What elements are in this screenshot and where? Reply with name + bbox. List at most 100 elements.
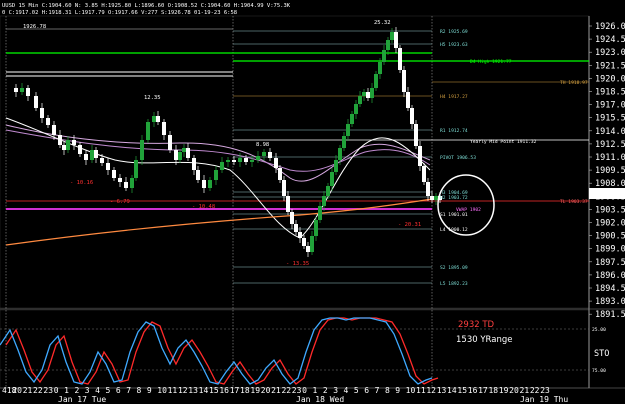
candle-bull [238, 158, 242, 162]
time-tick: 23 [292, 386, 302, 395]
time-axis[interactable]: 41820 21 22 23 0 1 2 3 4 5 6 7 8 9 10 11 12 13 14 15 16 17 18 1… [2, 386, 550, 395]
chart-annotations: 1926.78 25.32 12.35 8.98 - 10.16 - 6.79 … [23, 20, 588, 287]
candle-bear [430, 196, 434, 200]
candle-bear [106, 163, 110, 170]
candle-bear [52, 125, 56, 135]
time-tick: 2 [323, 386, 328, 395]
price-tick: 1915.50 [595, 114, 625, 124]
h2-label: H2 1903.72 [440, 195, 468, 201]
candle-bear [112, 170, 116, 178]
candle-bear [168, 135, 172, 150]
candle-bear [162, 122, 166, 135]
candle-bear [274, 158, 278, 168]
price-tick: 1909.50 [595, 166, 625, 176]
time-tick: 20 [261, 386, 271, 395]
time-tick: 19 [499, 386, 509, 395]
candle-bear [422, 166, 426, 182]
candle-bull [322, 196, 326, 206]
symbol-ohlc-header: UUSD 15 Min C:1904.60 N: 3.85 H:1925.80 … [2, 3, 291, 9]
time-tick: 21 [520, 386, 530, 395]
candle-bull [314, 220, 318, 236]
candle-bull [434, 196, 438, 200]
time-tick: 4 [95, 386, 100, 395]
oscillator-panel[interactable] [0, 309, 590, 389]
candle-bear [192, 158, 196, 170]
time-tick: 11 [168, 386, 178, 395]
price-tick: 1914.00 [595, 127, 625, 137]
candle-bull [374, 74, 378, 88]
date-label-2: Jan 18 Wed [296, 395, 344, 404]
yrange-label: 1530 YRange [456, 335, 512, 345]
time-tick: 1 [313, 386, 318, 395]
price-tick: 1900.50 [595, 232, 625, 242]
time-tick: 0 [302, 386, 307, 395]
candle-bear [78, 145, 82, 154]
price-tick: 1912.50 [595, 140, 625, 150]
candle-bull [334, 160, 338, 172]
candle-bear [156, 116, 160, 122]
candle-bear [398, 48, 402, 70]
time-tick: 21 [271, 386, 281, 395]
date-label-3: Jan 19 Thu [520, 395, 568, 404]
time-tick: 13 [188, 386, 198, 395]
time-tick: 9 [395, 386, 400, 395]
price-tick: 1918.50 [595, 88, 625, 98]
swing-high-1: 12.35 [144, 95, 161, 101]
price-tick: 1903.50 [595, 205, 625, 215]
trading-chart[interactable]: UUSD 15 Min C:1904.60 N: 3.85 H:1925.80 … [0, 0, 625, 404]
price-tick: 1897.50 [595, 258, 625, 268]
candle-bear [294, 224, 298, 232]
time-tick: 15 [457, 386, 467, 395]
candle-bear [394, 32, 398, 48]
candle-bull [370, 88, 374, 98]
price-tick: 1894.50 [595, 284, 625, 294]
candle-bull [250, 160, 254, 162]
candle-bull [318, 206, 322, 220]
swing-low-1: - 10.16 [70, 180, 93, 186]
candle-bear [426, 182, 430, 196]
price-axis[interactable]: 1926.00 1924.50 1923.00 1921.50 1920.00 1918.… [589, 22, 625, 320]
time-tick: 19 [250, 386, 260, 395]
candle-bear [40, 108, 44, 118]
candle-bull [214, 170, 218, 180]
candle-bull [310, 236, 314, 252]
price-tick: 1920.00 [595, 74, 625, 84]
date-labels: Jan 17 Tue Jan 18 Wed Jan 19 Thu [58, 395, 568, 404]
price-tick: 1891.50 [595, 310, 625, 320]
osc-level-low: 75.00 [592, 368, 606, 374]
time-tick: 16 [219, 386, 229, 395]
candle-bear [302, 238, 306, 246]
highlight-circle [437, 174, 495, 236]
time-tick: 5 [354, 386, 359, 395]
price-tick: 1893.00 [595, 297, 625, 307]
time-tick: 1 [64, 386, 69, 395]
price-tick: 1924.50 [595, 35, 625, 45]
time-tick: 13 [437, 386, 447, 395]
candle-bear [232, 160, 236, 162]
candle-bear [72, 140, 76, 145]
candle-bull [390, 32, 394, 40]
candle-bear [62, 145, 66, 150]
osc-level-high: 25.00 [592, 327, 606, 333]
time-tick: 5 [106, 386, 111, 395]
candle-bear [244, 158, 248, 162]
candle-bear [14, 88, 18, 92]
current-price-label: 1904.60 [591, 190, 625, 200]
time-tick: 18 [488, 386, 498, 395]
candle-bull [256, 156, 260, 160]
last-bar-info: 0 C:1917.02 H:1918.31 L:1917.79 O:1917.6… [2, 10, 237, 16]
time-tick: 8 [137, 386, 142, 395]
price-tick: 1899.00 [595, 245, 625, 255]
candle-bull [226, 160, 230, 162]
candle-bull [346, 124, 350, 136]
candle-bull [140, 140, 144, 160]
ema-mid-2 [5, 129, 431, 172]
candle-bull [330, 172, 334, 186]
candle-bear [366, 92, 370, 98]
candle-bull [134, 160, 138, 178]
price-tick: 1908.00 [595, 179, 625, 189]
time-tick: 12 [426, 386, 436, 395]
time-tick: 21 [23, 386, 33, 395]
candle-bull [178, 152, 182, 160]
candle-bear [418, 146, 422, 166]
